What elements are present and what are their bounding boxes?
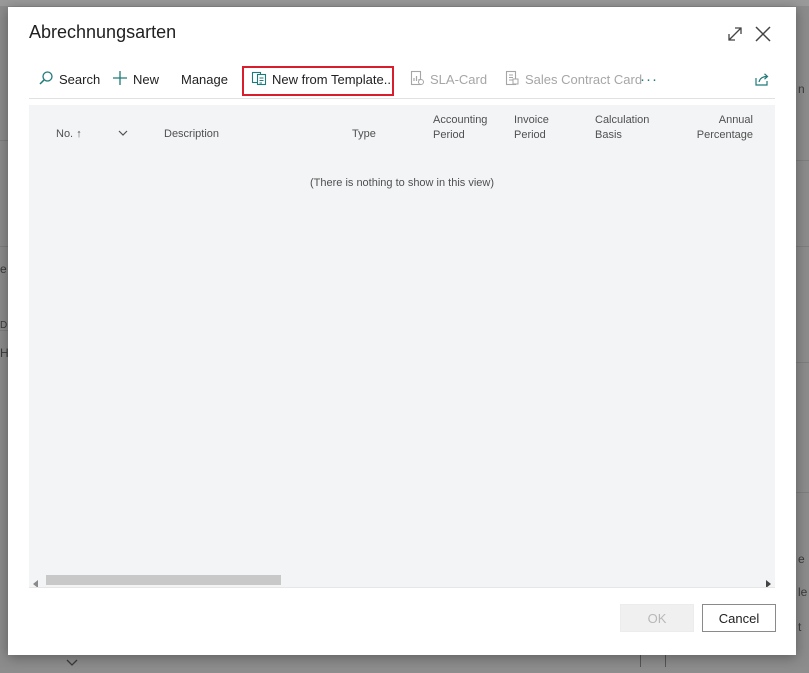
list-grid: No. ↑ Description Type Accounting Period… [29, 105, 775, 585]
search-label: Search [59, 71, 101, 87]
column-header-no[interactable]: No. ↑ [56, 127, 82, 142]
column-header-invoice-period[interactable]: Invoice Period [514, 113, 549, 143]
background-divider [796, 246, 809, 247]
dialog: Abrechnungsarten Search New Manage New f… [8, 7, 796, 655]
sales-contract-card-button[interactable]: Sales Contract Card [504, 65, 642, 93]
background-divider [796, 492, 809, 493]
share-icon[interactable] [754, 65, 775, 93]
background-text: D [0, 320, 8, 331]
column-header-annual-percentage-line1: Annual [718, 114, 753, 126]
chevron-down-icon[interactable] [118, 127, 128, 142]
column-header-calculation-basis-line2: Basis [595, 129, 622, 141]
new-label: New [133, 71, 160, 87]
document-icon [504, 70, 525, 89]
column-header-no-label: No. [56, 128, 74, 140]
manage-menu[interactable]: Manage [181, 65, 228, 93]
sort-ascending-icon: ↑ [76, 128, 82, 140]
sla-card-button[interactable]: SLA-Card [409, 65, 487, 93]
column-header-accounting-period-line2: Period [433, 129, 465, 141]
background-chevron-icon [64, 655, 84, 667]
background-text: n [798, 82, 805, 96]
search-icon [38, 70, 59, 89]
background-divider [796, 160, 809, 161]
column-header-annual-percentage[interactable]: Annual Percentage [693, 113, 753, 143]
column-header-accounting-period[interactable]: Accounting Period [433, 113, 487, 143]
scroll-right-icon[interactable] [765, 575, 771, 593]
ok-button[interactable]: OK [620, 604, 694, 632]
background-divider [0, 246, 8, 247]
background-strip [0, 0, 809, 6]
column-header-invoice-period-line1: Invoice [514, 114, 549, 126]
horizontal-scrollbar[interactable] [29, 571, 775, 588]
sla-card-label: SLA-Card [430, 71, 488, 87]
column-header-calculation-basis-line1: Calculation [595, 114, 650, 126]
column-header-accounting-period-line1: Accounting [433, 114, 488, 126]
manage-label: Manage [181, 71, 228, 87]
background-text: t [798, 620, 802, 634]
new-button[interactable]: New [112, 65, 159, 93]
background-text: e [798, 552, 805, 566]
footer-divider [29, 587, 775, 588]
background-divider [796, 362, 809, 363]
column-header-type[interactable]: Type [352, 127, 376, 142]
background-text: le [798, 585, 808, 599]
more-options-button[interactable]: ··· [640, 65, 658, 93]
document-chart-icon [409, 70, 430, 89]
column-header-calculation-basis[interactable]: Calculation Basis [595, 113, 649, 143]
column-header-annual-percentage-line2: Percentage [696, 129, 753, 141]
search-button[interactable]: Search [38, 65, 100, 93]
background-text: e [0, 262, 7, 276]
scroll-left-icon[interactable] [33, 575, 39, 593]
close-icon[interactable] [753, 24, 773, 44]
sales-contract-card-label: Sales Contract Card [525, 71, 643, 87]
scrollbar-thumb[interactable] [46, 575, 281, 585]
column-header-description[interactable]: Description [164, 127, 219, 142]
cancel-button[interactable]: Cancel [702, 604, 776, 632]
dialog-title: Abrechnungsarten [29, 22, 177, 42]
highlight-box [242, 66, 394, 96]
empty-state-message: (There is nothing to show in this view) [309, 177, 495, 189]
column-header-invoice-period-line2: Period [514, 129, 546, 141]
plus-icon [112, 70, 133, 89]
action-bar: Search New Manage New from Template... S… [29, 65, 775, 99]
background-divider [0, 140, 8, 141]
expand-icon[interactable] [725, 24, 745, 44]
